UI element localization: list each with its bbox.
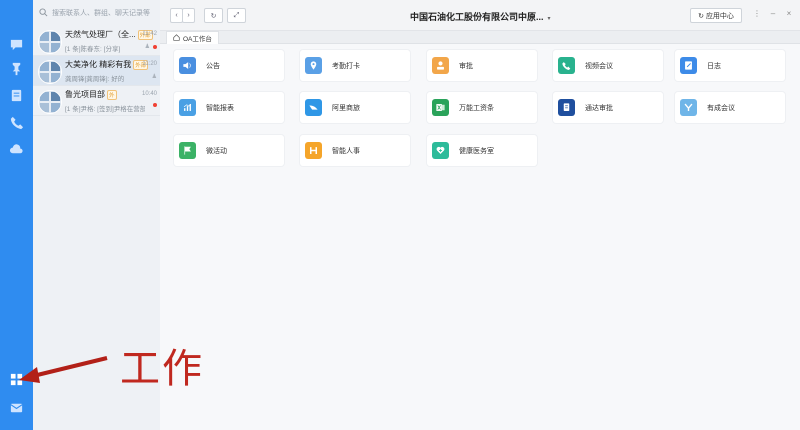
app-tile[interactable]: 阿里商旅 [300, 92, 410, 123]
app-tile[interactable]: 视频会议 [553, 50, 663, 81]
app-tile[interactable]: 微活动 [174, 135, 284, 166]
phone-icon[interactable] [8, 114, 25, 131]
app-tile-label: 考勤打卡 [332, 62, 360, 70]
app-tile-label: 公告 [206, 62, 220, 70]
conversation-title: 鲁光项目部 [65, 90, 105, 99]
document-approval-icon [558, 99, 575, 116]
meeting-y-icon [680, 99, 697, 116]
unread-dot [153, 44, 157, 49]
app-tile-label: 日志 [707, 62, 721, 70]
group-avatar [38, 60, 62, 84]
tab-oa-workbench[interactable]: OA工作台 [166, 31, 219, 44]
notebook-pen-icon [680, 57, 697, 74]
unread-dot [153, 103, 157, 107]
annotation-arrow [19, 356, 108, 383]
group-avatar [38, 30, 62, 54]
window-title[interactable]: 中国石油化工股份有限公司中原... ▾ [410, 10, 551, 23]
conversation-item[interactable]: 鲁光项目部外 10:40 [1 条]尹格: [签到]尹格在营部... [33, 86, 160, 116]
conversation-time: 11:42 [142, 31, 157, 37]
conversation-preview: 龚周锋[龚周锋]: 好的 [65, 76, 125, 83]
app-tile-label: 智能人事 [332, 147, 360, 155]
conversation-item[interactable]: 大美净化 精彩有我 外部 11:20 龚周锋[龚周锋]: 好的 ♟ [33, 56, 160, 86]
app-tile[interactable]: 万能工资条 [427, 92, 537, 123]
chevron-left-icon: ‹ [175, 12, 178, 19]
flag-activity-icon [179, 142, 196, 159]
conversation-time: 11:20 [142, 61, 157, 67]
app-tile[interactable]: 考勤打卡 [300, 50, 410, 81]
app-tile[interactable]: 审批 [427, 50, 537, 81]
mute-icon: ♟ [144, 44, 150, 50]
app-tile[interactable]: 公告 [174, 50, 284, 81]
plane-tail-icon [305, 99, 322, 116]
external-tag: 外 [107, 89, 117, 100]
app-tile[interactable]: 日志 [675, 50, 785, 81]
hr-h-icon [305, 142, 322, 159]
conversation-title: 天然气处理厂（全... [65, 30, 136, 39]
excel-sheet-icon [432, 99, 449, 116]
mail-icon[interactable] [8, 399, 25, 416]
minimize-button[interactable]: – [768, 9, 778, 18]
app-tile-label: 有成会议 [707, 104, 735, 112]
bar-chart-icon [179, 99, 196, 116]
search-icon [39, 7, 48, 19]
window-menu-button[interactable]: ⋮ [752, 9, 762, 18]
app-tile[interactable]: 智能人事 [300, 135, 410, 166]
window-title-text: 中国石油化工股份有限公司中原... [410, 12, 544, 22]
conversation-preview: [1 条]尹格: [签到]尹格在营部... [65, 106, 145, 113]
chevron-right-icon: › [187, 12, 190, 19]
conversation-time: 10:40 [141, 91, 157, 97]
refresh-icon: ↻ [210, 12, 217, 20]
window-titlebar: ‹ › ↻ ⤢ 中国石油化工股份有限公司中原... ▾ ↻ 应用中心 ⋮ – × [160, 0, 800, 31]
mute-icon: ♟ [151, 74, 157, 80]
medical-heart-icon [432, 142, 449, 159]
person-stamp-icon [432, 57, 449, 74]
tab-bar: OA工作台 [160, 31, 800, 44]
refresh-button[interactable]: ↻ [204, 8, 223, 23]
cloud-icon[interactable] [8, 141, 25, 158]
app-tile[interactable]: 通达审批 [553, 92, 663, 123]
conversation-preview: [1 条]陈春东: [分享] [65, 46, 121, 53]
speaker-icon [179, 57, 196, 74]
app-tile-label: 阿里商旅 [332, 104, 360, 112]
tab-label: OA工作台 [183, 36, 212, 43]
app-center-label: 应用中心 [705, 12, 734, 20]
dropdown-caret-icon: ▾ [547, 16, 551, 22]
home-icon [173, 33, 180, 43]
forward-button[interactable]: › [182, 8, 195, 23]
conversation-item[interactable]: 天然气处理厂（全... 外部 11:42 [1 条]陈春东: [分享] ♟ [33, 26, 160, 56]
fullscreen-button[interactable]: ⤢ [227, 8, 246, 23]
close-button[interactable]: × [784, 9, 794, 18]
refresh-icon: ↻ [698, 12, 704, 20]
app-tile[interactable]: 健康医务室 [427, 135, 537, 166]
app-tile-label: 通达审批 [585, 104, 613, 112]
app-tile-label: 视频会议 [585, 62, 613, 70]
annotation-label: 工作 [120, 346, 204, 392]
document-icon[interactable] [8, 87, 25, 104]
app-tile-label: 微活动 [206, 147, 227, 155]
app-tile-label: 万能工资条 [459, 104, 494, 112]
app-tile-label: 智能报表 [206, 104, 234, 112]
app-center-button[interactable]: ↻ 应用中心 [690, 8, 742, 23]
expand-icon: ⤢ [233, 11, 240, 19]
app-tile[interactable]: 智能报表 [174, 92, 284, 123]
app-tile[interactable]: 有成会议 [675, 92, 785, 123]
pin-icon[interactable] [8, 60, 25, 77]
search-bar[interactable]: 搜索联系人、群组、聊天记录等 [33, 0, 160, 26]
app-tile-label: 健康医务室 [459, 147, 494, 155]
search-placeholder: 搜索联系人、群组、聊天记录等 [52, 10, 150, 17]
conversation-title: 大美净化 精彩有我 [65, 60, 132, 69]
oa-workbench-window: ‹ › ↻ ⤢ 中国石油化工股份有限公司中原... ▾ ↻ 应用中心 ⋮ – × … [160, 0, 800, 430]
group-avatar [38, 90, 62, 114]
location-pin-icon [305, 57, 322, 74]
video-call-icon [558, 57, 575, 74]
app-tile-label: 审批 [459, 62, 473, 70]
chat-bubble-icon[interactable] [8, 36, 25, 53]
